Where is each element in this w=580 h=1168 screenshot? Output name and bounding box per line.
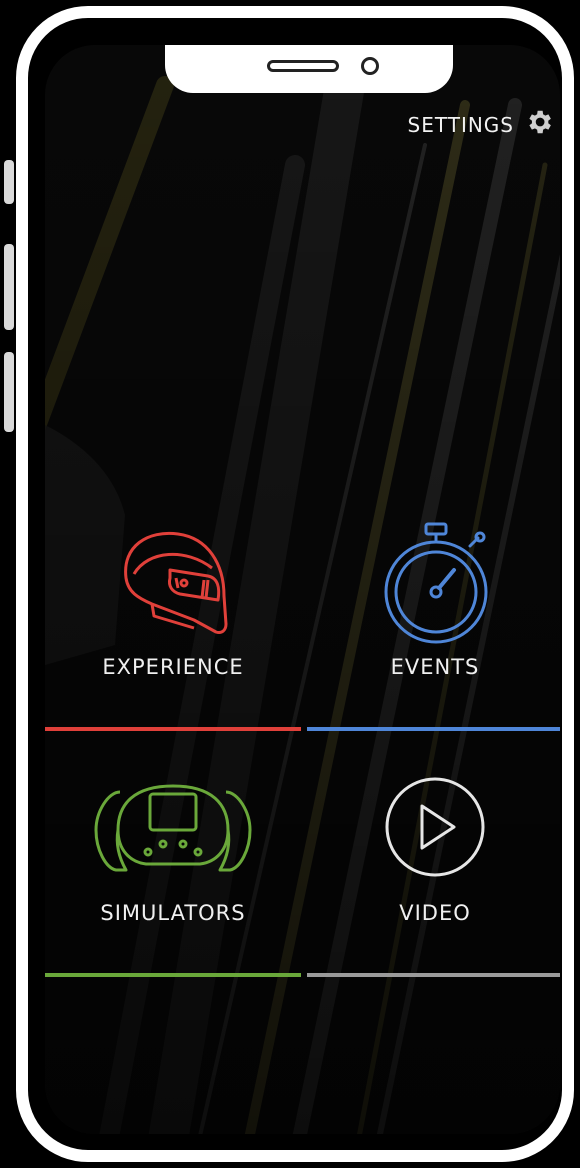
tile-experience[interactable]: EXPERIENCE — [45, 511, 301, 741]
side-button-volume-up — [4, 244, 14, 330]
tile-video[interactable]: VIDEO — [307, 757, 560, 987]
tile-events[interactable]: EVENTS — [307, 511, 560, 741]
settings-label: SETTINGS — [407, 112, 514, 137]
side-button-volume-down — [4, 352, 14, 432]
settings-button[interactable]: SETTINGS — [408, 107, 554, 142]
tile-label: EVENTS — [390, 655, 480, 679]
tile-simulators[interactable]: SIMULATORS — [45, 757, 301, 987]
tile-accent-bar — [45, 973, 301, 977]
stopwatch-icon — [307, 511, 560, 651]
helmet-icon — [45, 511, 301, 651]
front-camera — [361, 57, 379, 75]
app-screen: SETTINGS EXPERIENCE EVENTS SIMULATORS VI… — [45, 45, 560, 1134]
tile-label: EXPERIENCE — [102, 655, 244, 679]
phone-notch — [165, 45, 453, 93]
phone-frame: SETTINGS EXPERIENCE EVENTS SIMULATORS VI… — [16, 6, 574, 1162]
speaker-grille — [267, 60, 339, 72]
gear-icon[interactable] — [524, 107, 554, 142]
tile-label: VIDEO — [399, 901, 471, 925]
tile-label: SIMULATORS — [100, 901, 246, 925]
steering-wheel-icon — [45, 757, 301, 897]
tile-accent-bar — [307, 727, 560, 731]
play-icon — [307, 757, 560, 897]
tile-accent-bar — [307, 973, 560, 977]
tile-accent-bar — [45, 727, 301, 731]
side-button-mute — [4, 160, 14, 204]
